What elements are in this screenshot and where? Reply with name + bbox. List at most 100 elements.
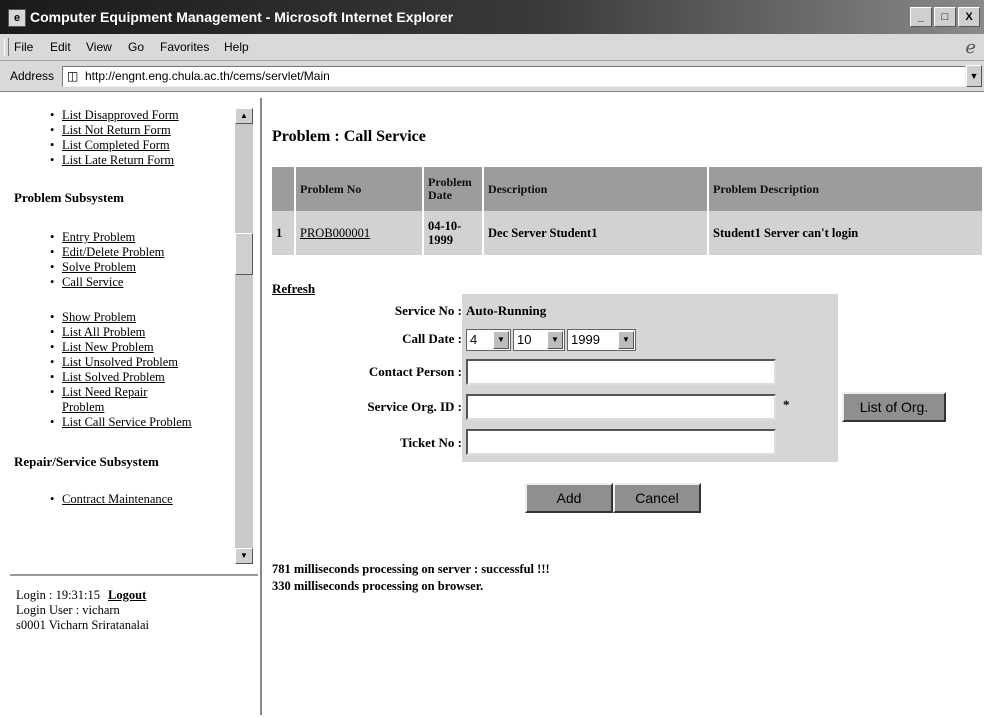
menu-view[interactable]: View xyxy=(86,40,112,54)
call-date-day-select[interactable]: 4 ▼ xyxy=(466,329,511,351)
minimize-button[interactable]: _ xyxy=(910,7,932,27)
nav-item[interactable]: List Need Repair Problem xyxy=(10,385,172,415)
window-title: Computer Equipment Management - Microsof… xyxy=(30,9,454,25)
col-header-index xyxy=(272,167,296,211)
ie-logo-icon: e xyxy=(965,37,976,58)
nav-list-need-repair-problem[interactable]: List Need Repair Problem xyxy=(62,385,147,414)
nav-list-call-service-problem[interactable]: List Call Service Problem xyxy=(62,415,192,429)
processing-status: 781 milliseconds processing on server : … xyxy=(272,561,550,595)
nav-item[interactable]: Entry Problem xyxy=(10,230,232,245)
nav-item[interactable]: List Disapproved Form xyxy=(10,108,232,123)
nav-list-unsolved-problem[interactable]: List Unsolved Problem xyxy=(62,355,178,369)
nav-item[interactable]: Solve Problem xyxy=(10,260,232,275)
call-date-year-select[interactable]: 1999 ▼ xyxy=(567,329,636,351)
menu-bar: File Edit View Go Favorites Help e xyxy=(0,34,984,61)
service-no-value: Auto-Running xyxy=(466,303,547,318)
nav-list-not-return-form[interactable]: List Not Return Form xyxy=(62,123,171,137)
refresh-link[interactable]: Refresh xyxy=(272,281,315,297)
nav-item[interactable]: List Unsolved Problem xyxy=(10,355,232,370)
scroll-thumb[interactable] xyxy=(235,233,253,275)
col-header-description: Description xyxy=(483,167,709,211)
nav-item[interactable]: List Completed Form xyxy=(10,138,232,153)
menu-help[interactable]: Help xyxy=(224,40,249,54)
nav-item[interactable]: Edit/Delete Problem xyxy=(10,245,232,260)
nav-item[interactable]: List All Problem xyxy=(10,325,232,340)
menu-edit[interactable]: Edit xyxy=(50,40,71,54)
nav-item[interactable]: Call Service xyxy=(10,275,232,290)
contact-person-label: Contact Person : xyxy=(368,364,462,379)
menu-file[interactable]: File xyxy=(14,40,33,54)
nav-list-disapproved-form[interactable]: List Disapproved Form xyxy=(62,108,179,122)
nav-item[interactable]: List Not Return Form xyxy=(10,123,232,138)
close-button[interactable]: X xyxy=(958,7,980,27)
nav-item[interactable]: List Solved Problem xyxy=(10,370,232,385)
address-url[interactable]: http://engnt.eng.chula.ac.th/cems/servle… xyxy=(85,69,330,83)
contact-person-input[interactable] xyxy=(466,359,776,385)
left-frame: List Disapproved Form List Not Return Fo… xyxy=(10,98,258,715)
chevron-down-icon[interactable]: ▼ xyxy=(493,331,509,349)
toolbar-grip[interactable] xyxy=(4,38,9,56)
login-time: Login : 19:31:15 xyxy=(16,588,101,602)
main-frame: Problem : Call Service Problem No Proble… xyxy=(272,98,984,715)
ticket-no-label: Ticket No : xyxy=(400,435,462,450)
service-no-label: Service No : xyxy=(394,303,462,318)
cell-description: Dec Server Student1 xyxy=(483,211,709,255)
nav-list-completed-form[interactable]: List Completed Form xyxy=(62,138,170,152)
address-dropdown-icon[interactable]: ▼ xyxy=(966,65,982,87)
nav-solve-problem[interactable]: Solve Problem xyxy=(62,260,136,274)
address-input[interactable]: ◫ http://engnt.eng.chula.ac.th/cems/serv… xyxy=(62,66,966,87)
nav-item[interactable]: List New Problem xyxy=(10,340,232,355)
add-button[interactable]: Add xyxy=(525,483,613,513)
nav-scrollbar[interactable]: ▲ ▼ xyxy=(235,108,253,564)
service-org-id-input[interactable] xyxy=(466,394,776,420)
address-label: Address xyxy=(10,69,55,83)
cell-problem-no: PROB000001 xyxy=(295,211,424,255)
nav-entry-problem[interactable]: Entry Problem xyxy=(62,230,135,244)
table-header-row: Problem No Problem Date Description Prob… xyxy=(272,167,984,211)
problem-subsystem-heading: Problem Subsystem xyxy=(14,190,124,205)
cancel-button[interactable]: Cancel xyxy=(613,483,701,513)
nav-list-late-return-form[interactable]: List Late Return Form xyxy=(62,153,174,167)
ticket-no-input[interactable] xyxy=(466,429,776,455)
ie-window-icon[interactable]: e xyxy=(8,9,26,27)
problem-table: Problem No Problem Date Description Prob… xyxy=(272,167,984,255)
nav-item[interactable]: Contract Maintenance xyxy=(10,492,232,507)
chevron-down-icon[interactable]: ▼ xyxy=(547,331,563,349)
chevron-down-icon[interactable]: ▼ xyxy=(618,331,634,349)
col-header-problem-date: Problem Date xyxy=(423,167,484,211)
list-of-org-button[interactable]: List of Org. xyxy=(842,392,946,422)
nav-call-service[interactable]: Call Service xyxy=(62,275,123,289)
address-bar: Address ◫ http://engnt.eng.chula.ac.th/c… xyxy=(0,61,984,92)
server-processing-text: 781 milliseconds processing on server : … xyxy=(272,562,550,576)
cell-index: 1 xyxy=(272,211,296,255)
frame-divider[interactable] xyxy=(10,574,258,576)
window-controls: _ □ X xyxy=(910,7,980,27)
call-date-month-select[interactable]: 10 ▼ xyxy=(513,329,565,351)
nav-edit-delete-problem[interactable]: Edit/Delete Problem xyxy=(62,245,164,259)
logout-link[interactable]: Logout xyxy=(108,588,146,602)
nav-item[interactable]: Show Problem xyxy=(10,310,232,325)
nav-list-all-problem[interactable]: List All Problem xyxy=(62,325,145,339)
maximize-button[interactable]: □ xyxy=(934,7,956,27)
table-row: 1 PROB000001 04-10-1999 Dec Server Stude… xyxy=(272,211,984,255)
nav-list-solved-problem[interactable]: List Solved Problem xyxy=(62,370,165,384)
nav-contract-maintenance[interactable]: Contract Maintenance xyxy=(62,492,173,506)
login-user: Login User : vicharn xyxy=(16,603,120,617)
nav-item[interactable]: List Call Service Problem xyxy=(10,415,232,430)
frame-splitter[interactable] xyxy=(260,98,262,715)
login-user-id-name: s0001 Vicharn Sriratanalai xyxy=(16,618,150,632)
scroll-down-icon[interactable]: ▼ xyxy=(235,548,253,564)
service-org-id-label: Service Org. ID : xyxy=(367,399,462,414)
menu-go[interactable]: Go xyxy=(128,40,144,54)
required-mark: * xyxy=(783,397,790,412)
nav-list-new-problem[interactable]: List New Problem xyxy=(62,340,154,354)
nav-show-problem[interactable]: Show Problem xyxy=(62,310,136,324)
menu-favorites[interactable]: Favorites xyxy=(160,40,209,54)
nav-item[interactable]: List Late Return Form xyxy=(10,153,232,168)
scroll-up-icon[interactable]: ▲ xyxy=(235,108,253,124)
browser-processing-text: 330 milliseconds processing on browser. xyxy=(272,579,484,593)
cell-problem-description: Student1 Server can't login xyxy=(708,211,984,255)
problem-no-link[interactable]: PROB000001 xyxy=(300,226,370,240)
window-titlebar: e Computer Equipment Management - Micros… xyxy=(0,0,984,34)
page-title: Problem : Call Service xyxy=(272,128,426,145)
